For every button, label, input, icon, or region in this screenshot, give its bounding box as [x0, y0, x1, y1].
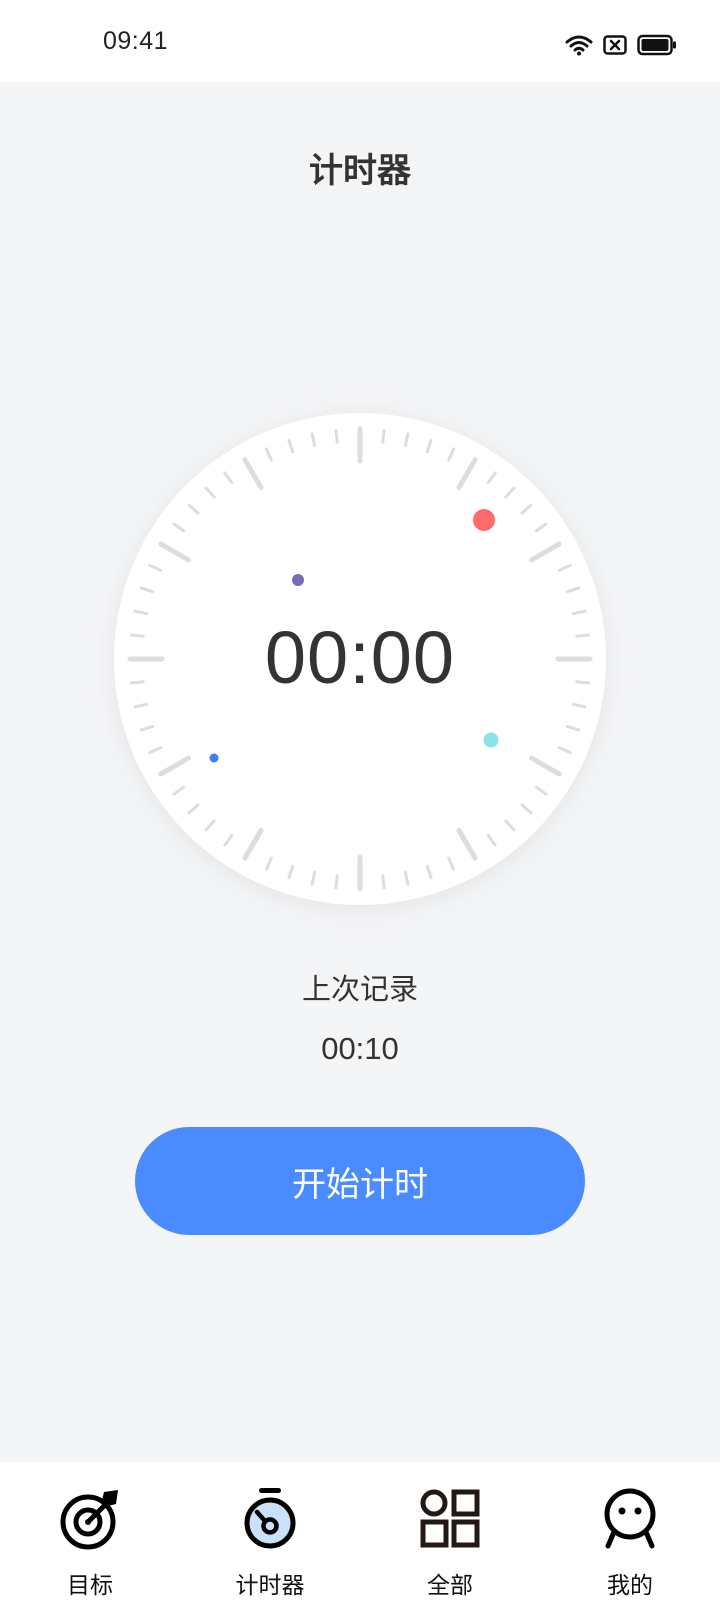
dial-minor-tick: [403, 870, 410, 886]
tab-label-profile: 我的: [607, 1573, 653, 1599]
dial-minor-tick: [571, 702, 587, 709]
dial-minor-tick: [133, 702, 149, 709]
last-record-label: 上次记录: [301, 972, 418, 1006]
blue-dot: [209, 753, 219, 763]
dial-minor-tick: [287, 864, 295, 880]
dial-minor-tick: [172, 522, 186, 533]
dial-minor-tick: [264, 856, 273, 871]
red-dot: [473, 509, 495, 531]
dial-minor-tick: [504, 819, 516, 832]
dial-minor-tick: [520, 803, 533, 815]
dial-minor-tick: [534, 785, 548, 796]
dial-minor-tick: [381, 428, 386, 444]
tab-bar: 目标 计时器 全部 我的: [0, 1462, 720, 1612]
dial-minor-tick: [504, 486, 516, 499]
dial-major-tick: [242, 457, 264, 491]
dial-minor-tick: [425, 438, 433, 454]
start-timer-button[interactable]: 开始计时: [135, 1127, 585, 1235]
dial-minor-tick: [223, 471, 234, 485]
dial-major-tick: [528, 541, 562, 563]
timer-display: 00:00: [264, 616, 456, 699]
dial-minor-tick: [486, 471, 497, 485]
dial-minor-tick: [425, 864, 433, 880]
dial-major-tick: [242, 827, 264, 861]
tab-profile[interactable]: 我的: [540, 1462, 720, 1612]
dial-minor-tick: [557, 563, 572, 572]
tab-target[interactable]: 目标: [0, 1462, 180, 1612]
dial-minor-tick: [264, 447, 273, 462]
target-icon: [60, 1490, 118, 1550]
timer-dial: 00:00: [114, 413, 606, 905]
tab-all[interactable]: 全部: [360, 1462, 540, 1612]
dial-minor-tick: [565, 724, 581, 732]
cyan-dot: [483, 732, 499, 748]
grid-icon: [420, 1489, 480, 1548]
dial-minor-tick: [486, 833, 497, 847]
dial-minor-tick: [287, 438, 295, 454]
dial-minor-tick: [133, 609, 149, 616]
dial-major-tick: [158, 541, 192, 563]
tab-stopwatch[interactable]: 计时器: [180, 1462, 360, 1612]
tab-label-stopwatch: 计时器: [235, 1573, 305, 1599]
dial-minor-tick: [148, 746, 163, 755]
dial-minor-tick: [204, 486, 216, 499]
profile-icon: [604, 1488, 656, 1549]
dial-minor-tick: [571, 609, 587, 616]
purple-dot: [292, 574, 304, 586]
dial-minor-tick: [148, 563, 163, 572]
dial-minor-tick: [139, 586, 155, 594]
tab-label-target: 目标: [67, 1573, 113, 1599]
dial-minor-tick: [403, 432, 410, 448]
tab-label-all: 全部: [427, 1573, 473, 1599]
last-record-value: 00:10: [321, 1031, 399, 1066]
dial-minor-tick: [187, 503, 200, 515]
dial-minor-tick: [447, 447, 456, 462]
status-time: 09:41: [103, 27, 169, 55]
dial-major-tick: [456, 827, 478, 861]
wifi-icon: [565, 35, 593, 56]
status-bar: 09:41: [0, 0, 720, 82]
dial-minor-tick: [310, 432, 317, 448]
dial-major-tick: [158, 755, 192, 777]
dial-minor-tick: [334, 428, 339, 444]
dial-minor-tick: [381, 874, 386, 890]
dial-minor-tick: [187, 803, 200, 815]
stopwatch-icon: [244, 1488, 296, 1549]
dial-minor-tick: [447, 856, 456, 871]
dial-minor-tick: [557, 746, 572, 755]
dial-minor-tick: [534, 522, 548, 533]
status-icons: [565, 30, 677, 60]
battery-icon: [637, 34, 676, 56]
dial-minor-tick: [565, 586, 581, 594]
dial-minor-tick: [172, 785, 186, 796]
dial-minor-tick: [204, 819, 216, 832]
dial-minor-tick: [310, 870, 317, 886]
page-title: 计时器: [309, 151, 411, 191]
dial-major-tick: [456, 457, 478, 491]
dial-minor-tick: [334, 874, 339, 890]
sim-blocked-icon: [603, 35, 627, 55]
dial-major-tick: [528, 755, 562, 777]
dial-minor-tick: [520, 503, 533, 515]
dial-minor-tick: [223, 833, 234, 847]
dial-minor-tick: [139, 724, 155, 732]
